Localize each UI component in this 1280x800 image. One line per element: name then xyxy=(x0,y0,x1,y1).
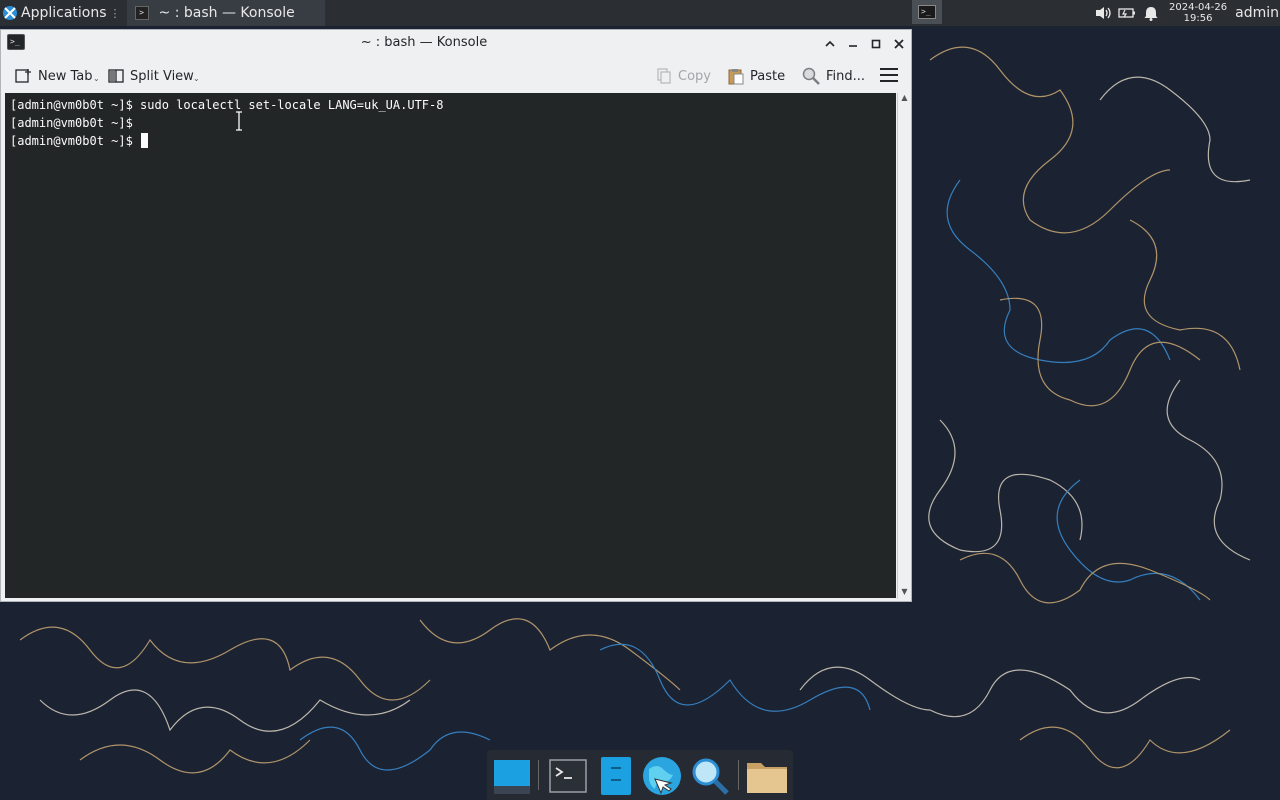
clock-time: 19:56 xyxy=(1183,13,1213,24)
new-tab-label: New Tab xyxy=(38,68,93,84)
dock xyxy=(487,750,793,800)
top-panel: Applications ⋮ > ~ : bash — Konsole >_ 2… xyxy=(0,0,1280,26)
scroll-up-arrow-icon[interactable]: ▲ xyxy=(899,93,910,105)
find-button[interactable]: Find... xyxy=(802,64,865,88)
globe-browser-icon xyxy=(643,757,681,795)
hamburger-menu-button[interactable] xyxy=(880,68,898,82)
sidebar-panel-icon xyxy=(601,757,631,795)
terminal-scrollbar[interactable]: ▲ ▼ xyxy=(897,93,910,599)
dock-web-browser[interactable] xyxy=(640,754,684,798)
scroll-down-arrow-icon[interactable]: ▼ xyxy=(899,587,910,599)
paste-label: Paste xyxy=(750,68,786,84)
copy-icon xyxy=(657,68,671,84)
window-titlebar[interactable]: >_ ~ : bash — Konsole xyxy=(1,30,911,58)
volume-icon[interactable] xyxy=(1091,0,1115,26)
split-view-button[interactable]: Split View xyxy=(108,64,194,88)
dock-files-folder[interactable] xyxy=(745,754,789,798)
minimize-button[interactable] xyxy=(842,33,864,55)
dock-show-desktop[interactable] xyxy=(490,754,534,798)
search-icon xyxy=(802,67,820,85)
taskbar-konsole-label: ~ : bash — Konsole xyxy=(158,5,295,21)
xfce-logo-icon xyxy=(3,6,17,20)
ibeam-cursor-icon xyxy=(236,111,242,131)
terminal-icon xyxy=(549,759,587,793)
clock[interactable]: 2024-04-26 19:56 xyxy=(1169,2,1227,24)
copy-label: Copy xyxy=(678,68,711,84)
terminal-line-current: [admin@vm0b0t ~]$ xyxy=(10,132,443,150)
applications-menu-button[interactable]: Applications ⋮ xyxy=(0,0,125,26)
close-icon xyxy=(894,39,904,49)
paste-icon xyxy=(728,68,744,84)
copy-button[interactable]: Copy xyxy=(656,64,711,88)
terminal-prompt: [admin@vm0b0t ~]$ xyxy=(10,134,141,148)
new-tab-button[interactable]: New Tab xyxy=(15,64,93,88)
find-label: Find... xyxy=(826,68,866,84)
konsole-toolbar: New Tab ⌄ Split View ⌄ Copy Paste Find..… xyxy=(1,58,911,94)
split-view-label: Split View xyxy=(130,68,194,84)
system-tray: 2024-04-26 19:56 admin xyxy=(1091,0,1280,26)
new-tab-dropdown-icon[interactable]: ⌄ xyxy=(93,74,100,83)
taskbar-konsole-button[interactable]: > ~ : bash — Konsole xyxy=(126,0,325,26)
applications-label: Applications xyxy=(21,5,107,21)
clock-date: 2024-04-26 xyxy=(1169,2,1228,13)
konsole-window: >_ ~ : bash — Konsole New Tab ⌄ Split Vi… xyxy=(0,29,912,602)
dock-terminal[interactable] xyxy=(546,754,590,798)
terminal-line: [admin@vm0b0t ~]$ sudo localectl set-loc… xyxy=(10,98,444,112)
text-cursor xyxy=(141,133,149,148)
dock-file-manager-sidebar[interactable] xyxy=(594,754,638,798)
workspace-switcher[interactable]: >_ xyxy=(912,0,942,24)
maximize-button[interactable] xyxy=(865,33,887,55)
workspace-terminal-icon: >_ xyxy=(918,5,936,19)
show-desktop-icon xyxy=(494,760,530,794)
close-button[interactable] xyxy=(888,33,910,55)
paste-button[interactable]: Paste xyxy=(728,64,785,88)
terminal-icon: > xyxy=(134,6,149,20)
user-menu[interactable]: admin xyxy=(1235,5,1280,21)
dock-app-finder[interactable] xyxy=(688,754,732,798)
terminal-view[interactable]: [admin@vm0b0t ~]$ sudo localectl set-loc… xyxy=(5,93,896,598)
menu-separator-icon: ⋮ xyxy=(109,6,121,20)
maximize-icon xyxy=(871,39,881,49)
battery-icon[interactable] xyxy=(1115,0,1139,26)
notification-bell-icon[interactable] xyxy=(1139,0,1163,26)
window-title: ~ : bash — Konsole xyxy=(360,35,488,50)
split-view-icon xyxy=(108,69,124,83)
chevron-up-icon xyxy=(825,40,835,47)
minimize-icon xyxy=(849,45,857,47)
terminal-line: [admin@vm0b0t ~]$ xyxy=(10,116,133,130)
split-view-dropdown-icon[interactable]: ⌄ xyxy=(193,74,200,83)
dock-separator xyxy=(738,760,739,790)
folder-icon xyxy=(747,763,787,793)
new-tab-icon xyxy=(15,69,31,83)
magnifier-search-icon xyxy=(692,758,729,795)
dock-separator xyxy=(538,760,539,790)
keep-above-button[interactable] xyxy=(819,33,841,55)
